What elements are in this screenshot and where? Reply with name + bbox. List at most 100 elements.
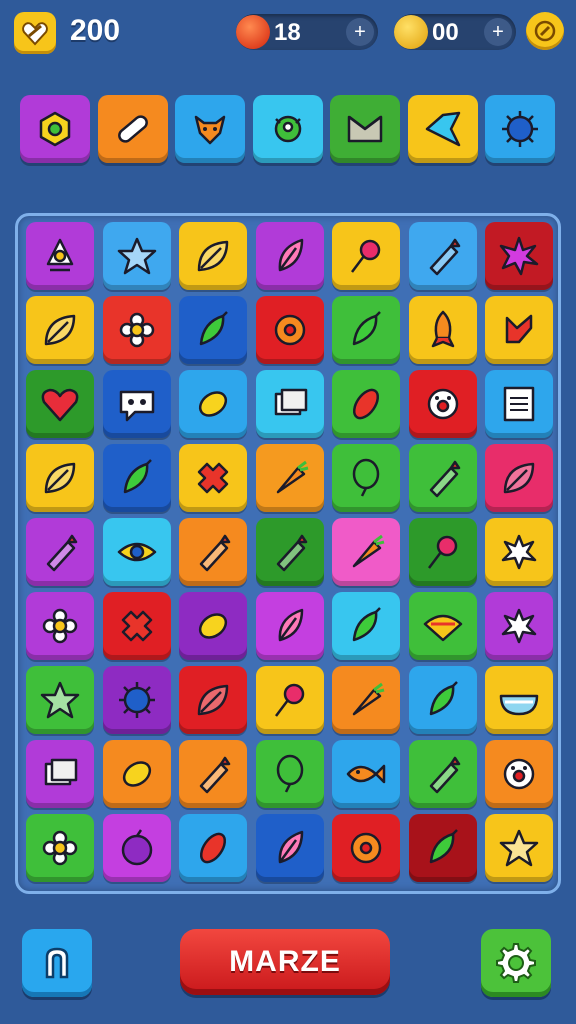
board-tile[interactable] [485, 740, 553, 808]
board-tile[interactable] [179, 370, 247, 438]
board-tile[interactable] [179, 222, 247, 290]
spiky-ball-icon [502, 111, 538, 147]
board-tile[interactable] [408, 666, 477, 734]
board-tile[interactable] [179, 740, 247, 808]
add-stars-button[interactable]: + [484, 18, 512, 46]
board-tile[interactable] [408, 592, 477, 660]
board-tile[interactable] [485, 592, 553, 660]
board-tile[interactable] [26, 444, 94, 512]
board-tile[interactable] [255, 222, 324, 290]
board-tile[interactable] [26, 222, 94, 290]
goal-tile [407, 95, 478, 163]
fox-icon [194, 115, 226, 145]
splash-icon [501, 608, 537, 644]
board-tile[interactable] [102, 666, 171, 734]
board-tile[interactable] [332, 222, 400, 290]
board-tile[interactable] [255, 592, 324, 660]
board-tile[interactable] [255, 296, 324, 364]
star-icon [40, 681, 80, 719]
back-button[interactable] [22, 929, 92, 997]
board-tile[interactable] [102, 222, 171, 290]
board-tile[interactable] [26, 296, 94, 364]
goal-tile [252, 95, 323, 163]
menu-button[interactable] [526, 12, 564, 50]
board-tile[interactable] [255, 370, 324, 438]
board-tile[interactable] [255, 444, 324, 512]
board-tile[interactable] [26, 814, 94, 882]
main-action-button[interactable]: MARZE [180, 929, 390, 995]
board-tile[interactable] [179, 592, 247, 660]
board-tile[interactable] [179, 814, 247, 882]
board-tile[interactable] [408, 370, 477, 438]
board-tile[interactable] [485, 518, 553, 586]
board-tile[interactable] [26, 370, 94, 438]
board-tile[interactable] [255, 518, 324, 586]
seed-icon [199, 832, 227, 864]
board-tile[interactable] [102, 518, 171, 586]
board-tile[interactable] [408, 518, 477, 586]
board-tile[interactable] [102, 592, 171, 660]
board-tile[interactable] [485, 370, 553, 438]
board-tile[interactable] [408, 296, 477, 364]
flower-icon [119, 312, 154, 348]
lollipop-icon [351, 239, 381, 273]
board-tile[interactable] [408, 444, 477, 512]
feather-icon [278, 608, 303, 642]
carrot-icon [352, 682, 385, 716]
cross-icon [121, 610, 152, 642]
pepper-icon [429, 681, 458, 716]
board-tile[interactable] [255, 666, 324, 734]
board-tile[interactable] [26, 666, 94, 734]
board-tile[interactable] [179, 444, 247, 512]
crayon-icon [429, 460, 460, 498]
board-tile[interactable] [332, 814, 400, 882]
settings-button[interactable] [481, 929, 551, 997]
board-tile[interactable] [485, 222, 553, 290]
board-tile[interactable] [485, 296, 553, 364]
board-tile[interactable] [26, 518, 94, 586]
bowl-icon [499, 694, 539, 716]
robot-icon [46, 238, 74, 272]
board-tile[interactable] [179, 518, 247, 586]
board-tile[interactable] [332, 740, 400, 808]
board-tile[interactable] [332, 296, 400, 364]
cards-icon [44, 758, 78, 786]
board-tile[interactable] [332, 370, 400, 438]
board-tile[interactable] [332, 592, 400, 660]
board-tile[interactable] [179, 666, 247, 734]
board-tile[interactable] [332, 666, 400, 734]
board-tile[interactable] [26, 740, 94, 808]
board-tile[interactable] [179, 296, 247, 364]
board-tile[interactable] [332, 444, 400, 512]
board-tile[interactable] [408, 740, 477, 808]
board-tile[interactable] [102, 444, 171, 512]
feather-icon [278, 238, 303, 272]
board-tile[interactable] [102, 740, 171, 808]
board-tile[interactable] [485, 814, 553, 882]
plum-icon [121, 829, 152, 866]
pepper-icon [123, 459, 152, 494]
crayon-icon [199, 756, 231, 794]
board-tile[interactable] [26, 592, 94, 660]
star-burst-icon [499, 236, 539, 276]
board-tile[interactable] [255, 740, 324, 808]
add-lives-button[interactable]: + [346, 18, 374, 46]
board-tile[interactable] [408, 814, 477, 882]
carrot-icon [276, 460, 308, 494]
gear-flower-icon [274, 314, 305, 346]
board-tile[interactable] [332, 518, 400, 586]
board-tile[interactable] [408, 222, 477, 290]
envelope-icon [347, 115, 383, 143]
taco-icon [423, 614, 462, 642]
cross-icon [197, 462, 229, 494]
board-tile[interactable] [102, 370, 171, 438]
coin-icon [14, 12, 56, 54]
flower-icon [42, 608, 78, 644]
board-tile[interactable] [102, 296, 171, 364]
board-tile[interactable] [485, 666, 553, 734]
goal-tile [175, 95, 245, 163]
board-tile[interactable] [255, 814, 324, 882]
board-tile[interactable] [485, 444, 553, 512]
board-tile[interactable] [102, 814, 171, 882]
lollipop-icon [274, 683, 304, 717]
